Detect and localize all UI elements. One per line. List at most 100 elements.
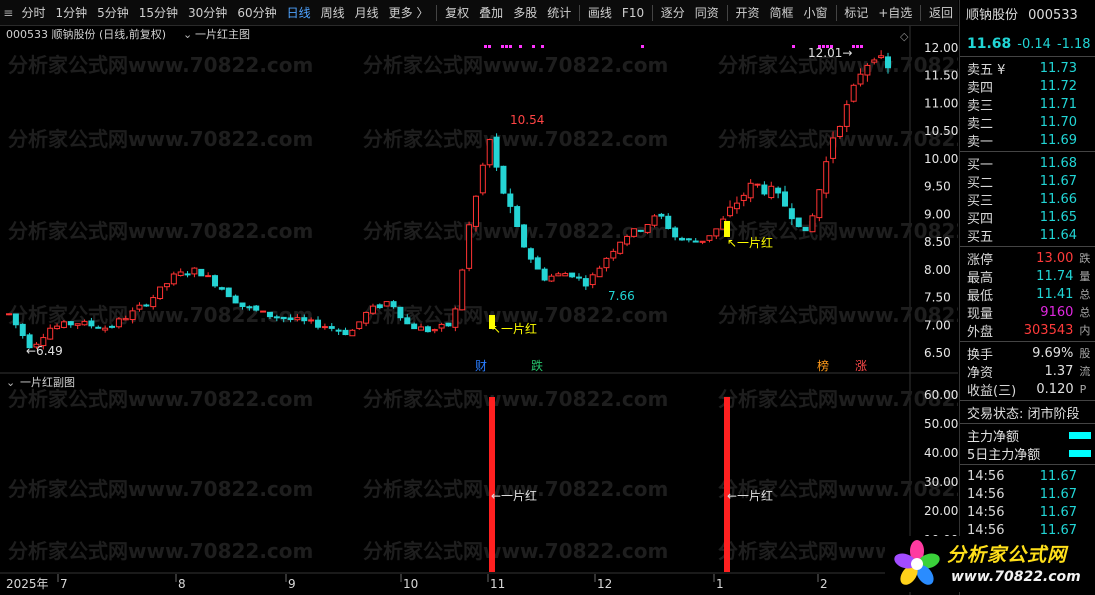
event-tag: 榜 [817,358,829,373]
toolbar-item[interactable]: 周线 [316,0,350,25]
toolbar-item[interactable]: 简框 [765,0,799,25]
watermark-text: 分析家公式网www.70822.com [363,539,668,563]
candle-body [47,327,54,340]
toolbar-item[interactable]: 返回 [924,0,958,25]
candle-body [658,213,665,217]
sub-chart-title: 一片红副图 [20,376,75,389]
candle-body [308,319,315,322]
candle-body [218,287,225,290]
y-tick-label: 9.00 [924,207,951,221]
candle-body [816,189,823,219]
flow-row: 主力净额 [960,426,1095,445]
quote-row-label: 涨停 [967,252,994,268]
toolbar-separator [835,4,837,21]
candle-body [493,136,500,168]
candle-body [500,165,507,194]
quote-row: 买三 11.66 [960,190,1095,209]
candle-body [830,137,837,159]
quote-row-value: 11.65 [1039,209,1077,225]
sub-y-tick-label: 40.00 [924,446,958,460]
quote-row-value: 11.70 [1039,114,1077,130]
stock-code: 000533 [1028,8,1078,23]
toolbar-item[interactable]: 月线 [350,0,384,25]
candle-body [143,304,150,307]
toolbar-item[interactable]: 60分钟 [232,0,281,25]
candle-body [232,295,239,304]
candle-body [706,235,713,241]
candle-body [788,208,795,220]
y-tick-label: 11.50 [924,69,958,83]
toolbar-item[interactable]: 复权 [440,0,474,25]
toolbar-item[interactable]: 逐分 [656,0,690,25]
toolbar-item[interactable]: 分时 [16,0,50,25]
time-axis-label: 2 [820,577,828,591]
event-tag: 涨 [855,358,867,373]
sub-y-tick-label: 20.00 [924,504,958,518]
stats-list: 涨停 13.00 跌最高 11.74 量最低 11.41 总现量 9160 总外盘 303543 内 [960,249,1095,340]
chart-area[interactable]: 分析家公式网www.70822.com 分析家公式网www.70822.com 分析… [0,26,958,595]
candle-body [754,183,761,186]
watermark-text: 分析家公式网www.70822.com [363,387,668,411]
tick-time: 14:56 [967,486,1005,502]
candle-body [452,308,459,328]
top-marker [541,45,544,48]
toolbar-item[interactable]: F10 [617,0,649,25]
toolbar-item[interactable]: 小窗 [799,0,833,25]
candle-body [857,73,864,85]
menu-icon[interactable]: ≡ [0,0,16,25]
candle-body [6,313,12,316]
toolbar-item[interactable]: 叠加 [474,0,508,25]
toolbar-item[interactable]: 15分钟 [134,0,183,25]
toolbar-item[interactable]: 1分钟 [50,0,92,25]
toolbar-item[interactable]: 更多 〉 [384,0,434,25]
toolbar-item[interactable]: 标记 [839,0,873,25]
sub-indicator-menu-icon: ⌄ [6,376,15,389]
tick-row: 14:56 11.67 [960,485,1095,503]
candle-body [733,202,740,210]
quote-row-value: 11.41 [1036,286,1074,302]
toolbar-item[interactable]: 统计 [542,0,576,25]
time-axis-label: 12 [597,577,612,591]
toolbar-item[interactable]: 同资 [690,0,724,25]
toolbar-item[interactable]: 5分钟 [92,0,134,25]
candle-body [369,305,376,314]
quote-row: 卖三 11.71 [960,95,1095,114]
toolbar-separator [726,4,728,21]
toolbar-item[interactable]: 开资 [731,0,765,25]
candle-body [239,302,246,308]
tick-price: 11.67 [1039,468,1077,484]
quote-row-value: 11.71 [1039,96,1077,112]
quote-row-value: 11.64 [1039,227,1077,243]
price-row: 11.68 -0.14 -1.18 [960,34,1095,54]
candle-body [157,286,164,299]
watermark-text: 分析家公式网www.70822.com [8,53,313,77]
toolbar-item[interactable]: 多股 [508,0,542,25]
quote-row-label: 换手 [967,347,994,363]
candle-body [321,326,328,329]
quote-row-value: 303543 [1023,322,1074,338]
toolbar-item[interactable]: 画线 [583,0,617,25]
quote-row-value: 11.74 [1036,268,1074,284]
watermark-text: 分析家公式网www.70822.com [8,219,313,243]
quote-row-value: 13.00 [1036,250,1074,266]
quote-row-label: 卖五 ¥ [967,62,1006,78]
candle-body [713,228,720,237]
flow-label: 主力净额 [967,429,1020,445]
toolbar-item[interactable]: 日线 [282,0,316,25]
toolbar-item[interactable]: 30分钟 [183,0,232,25]
quote-row-tail: 流 [1079,365,1091,378]
candle-body [431,329,438,332]
candle-body [589,274,596,286]
toolbar-item[interactable]: +自选 [873,0,917,25]
candle-body [170,273,177,285]
tick-list: 14:56 11.67 14:56 11.67 14:56 11.67 14:56 11.67 [960,467,1095,539]
candle-body [651,215,658,226]
indicator-menu-icon: ⌄ [183,28,192,41]
trade-status: 交易状态: 闭市阶段 [967,406,1080,422]
sub-signal-bar-2 [724,397,730,572]
top-marker [532,45,535,48]
quote-header: 顺钠股份 000533 [960,0,1095,34]
candle-body [246,306,253,309]
candle-body [376,304,383,309]
candle-body [184,273,191,276]
